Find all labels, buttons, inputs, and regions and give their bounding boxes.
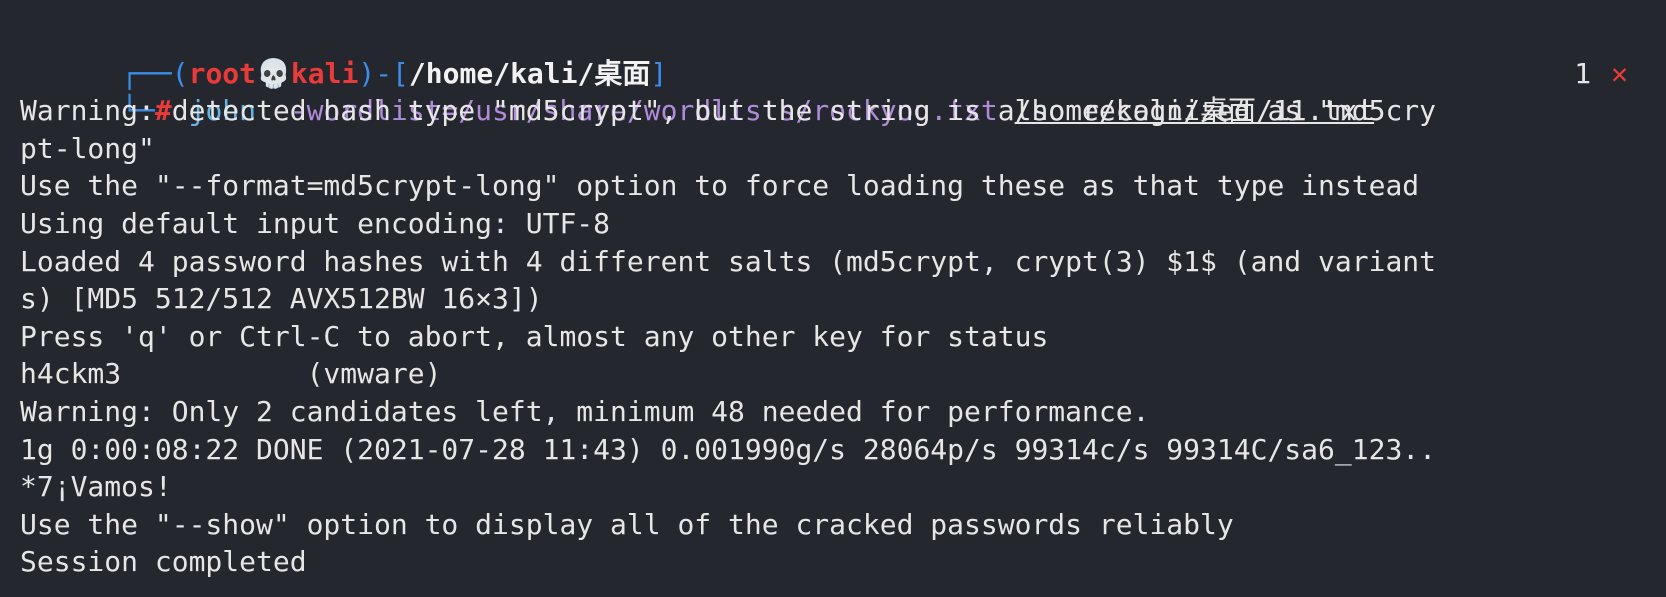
output-line: Press 'q' or Ctrl-C to abort, almost any…	[20, 319, 1049, 353]
cracked-password-line: h4ckm3 (vmware)	[20, 357, 442, 391]
prompt-line-top: ┌──(root💀kali)-[/home/kali/桌面]	[20, 17, 1656, 90]
output-line: Using default input encoding: UTF-8	[20, 206, 611, 240]
exit-status: 1 ✕	[1574, 55, 1628, 93]
error-x-icon: ✕	[1611, 56, 1628, 90]
output-line: Use the "--format=md5crypt-long" option …	[20, 169, 1420, 203]
output-line: s) [MD5 512/512 AVX512BW 16×3])	[20, 282, 543, 316]
output-line: Loaded 4 password hashes with 4 differen…	[20, 244, 1437, 278]
output-line: Session completed	[20, 545, 307, 579]
output-line: Warning: detected hash type "md5crypt", …	[20, 94, 1437, 128]
command-line[interactable]: └─# john --wordlist=/usr/share/wordlists…	[20, 55, 1656, 128]
output-line: *7¡Vamos!	[20, 470, 172, 504]
output-line: Use the "--show" option to display all o…	[20, 507, 1234, 541]
terminal-window[interactable]: ┌──(root💀kali)-[/home/kali/桌面] └─# john …	[0, 0, 1666, 597]
exit-status-count: 1	[1574, 56, 1592, 90]
output-line: Warning: Only 2 candidates left, minimum…	[20, 394, 1150, 428]
output-line: 1g 0:00:08:22 DONE (2021-07-28 11:43) 0.…	[20, 432, 1437, 466]
output-line: pt-long"	[20, 131, 155, 165]
terminal-output: ┌──(root💀kali)-[/home/kali/桌面] └─# john …	[20, 17, 1656, 581]
